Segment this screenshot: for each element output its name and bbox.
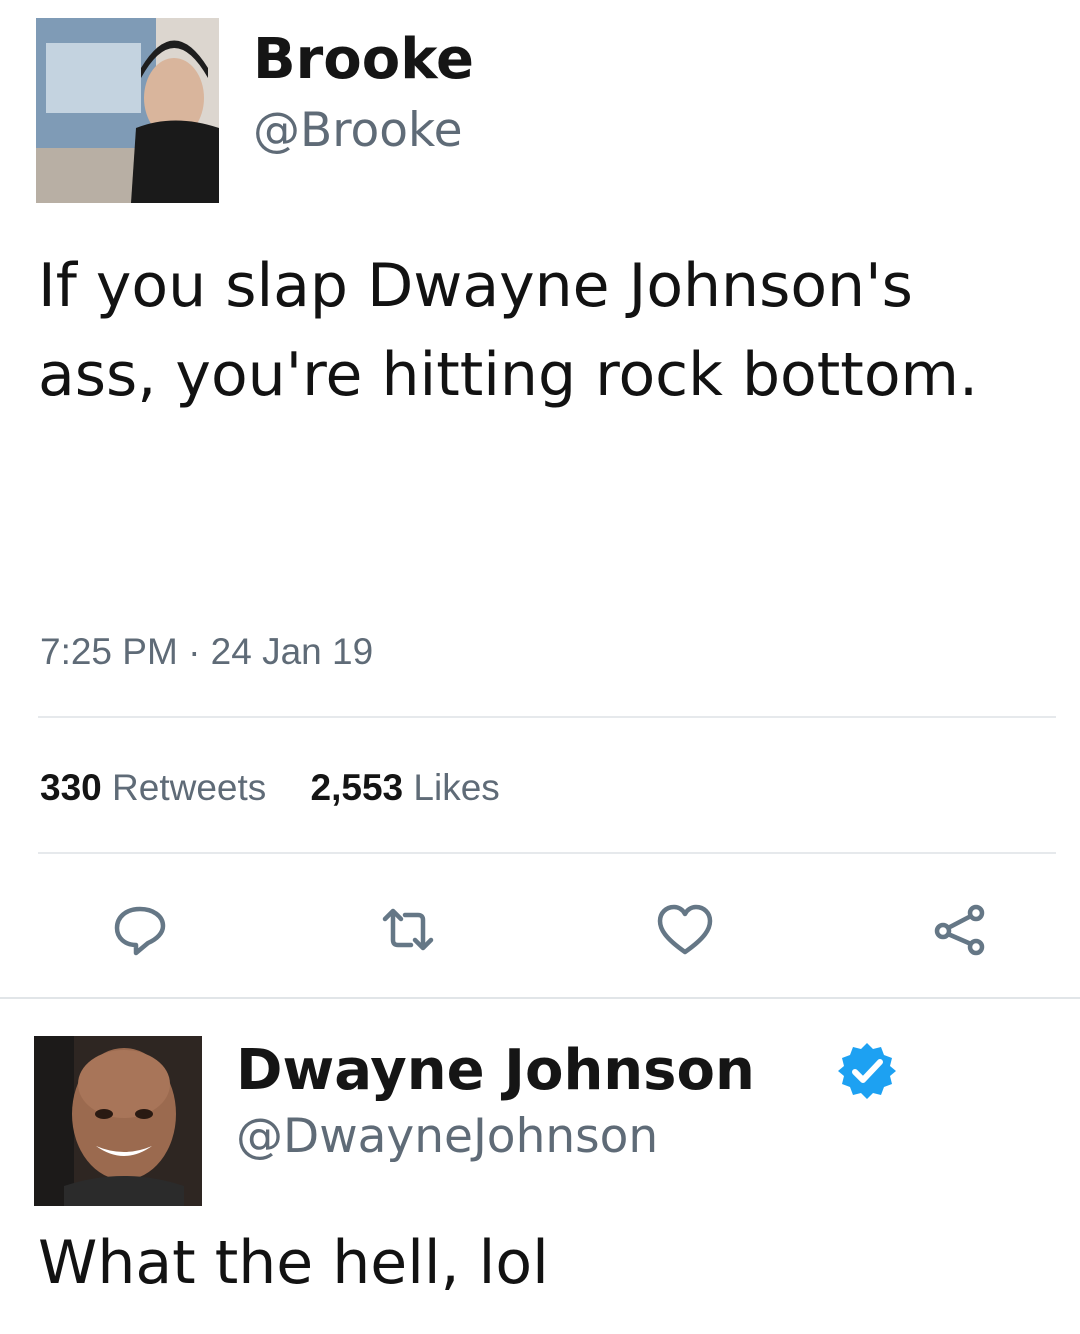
tweet-stats: 330 Retweets 2,553 Likes [40, 769, 500, 806]
divider [38, 852, 1056, 854]
author-handle[interactable]: @Brooke [253, 107, 463, 154]
author-name[interactable]: Brooke [253, 32, 474, 88]
reply-icon [114, 906, 166, 956]
dwayne-avatar[interactable] [34, 1036, 202, 1206]
likes-stat[interactable]: 2,553 Likes [311, 769, 500, 806]
share-icon [934, 904, 985, 956]
likes-count: 2,553 [310, 767, 404, 808]
divider [38, 716, 1056, 718]
like-button[interactable] [655, 902, 715, 958]
retweets-count: 330 [40, 767, 102, 808]
tweet-text: If you slap Dwayne Johnson's ass, you're… [38, 251, 979, 410]
reply-button[interactable] [110, 902, 170, 958]
retweets-stat[interactable]: 330 Retweets [40, 769, 266, 806]
brooke-avatar[interactable] [36, 18, 219, 203]
dwayne-avatar-image [34, 1036, 202, 1206]
brooke-avatar-image [36, 18, 219, 203]
likes-label: Likes [413, 767, 500, 808]
retweets-label: Retweets [112, 767, 267, 808]
reply-author-handle[interactable]: @DwayneJohnson [236, 1113, 658, 1160]
retweet-button[interactable] [378, 902, 438, 958]
tweet-timestamp[interactable]: 7:25 PM · 24 Jan 19 [40, 633, 373, 670]
retweet-icon [382, 908, 434, 951]
reply-author-name[interactable]: Dwayne Johnson [236, 1043, 755, 1099]
share-button[interactable] [930, 902, 990, 958]
verified-badge-icon [836, 1040, 898, 1102]
divider [0, 997, 1080, 999]
reply-text: What the hell, lol [38, 1228, 549, 1298]
heart-icon [657, 904, 713, 955]
